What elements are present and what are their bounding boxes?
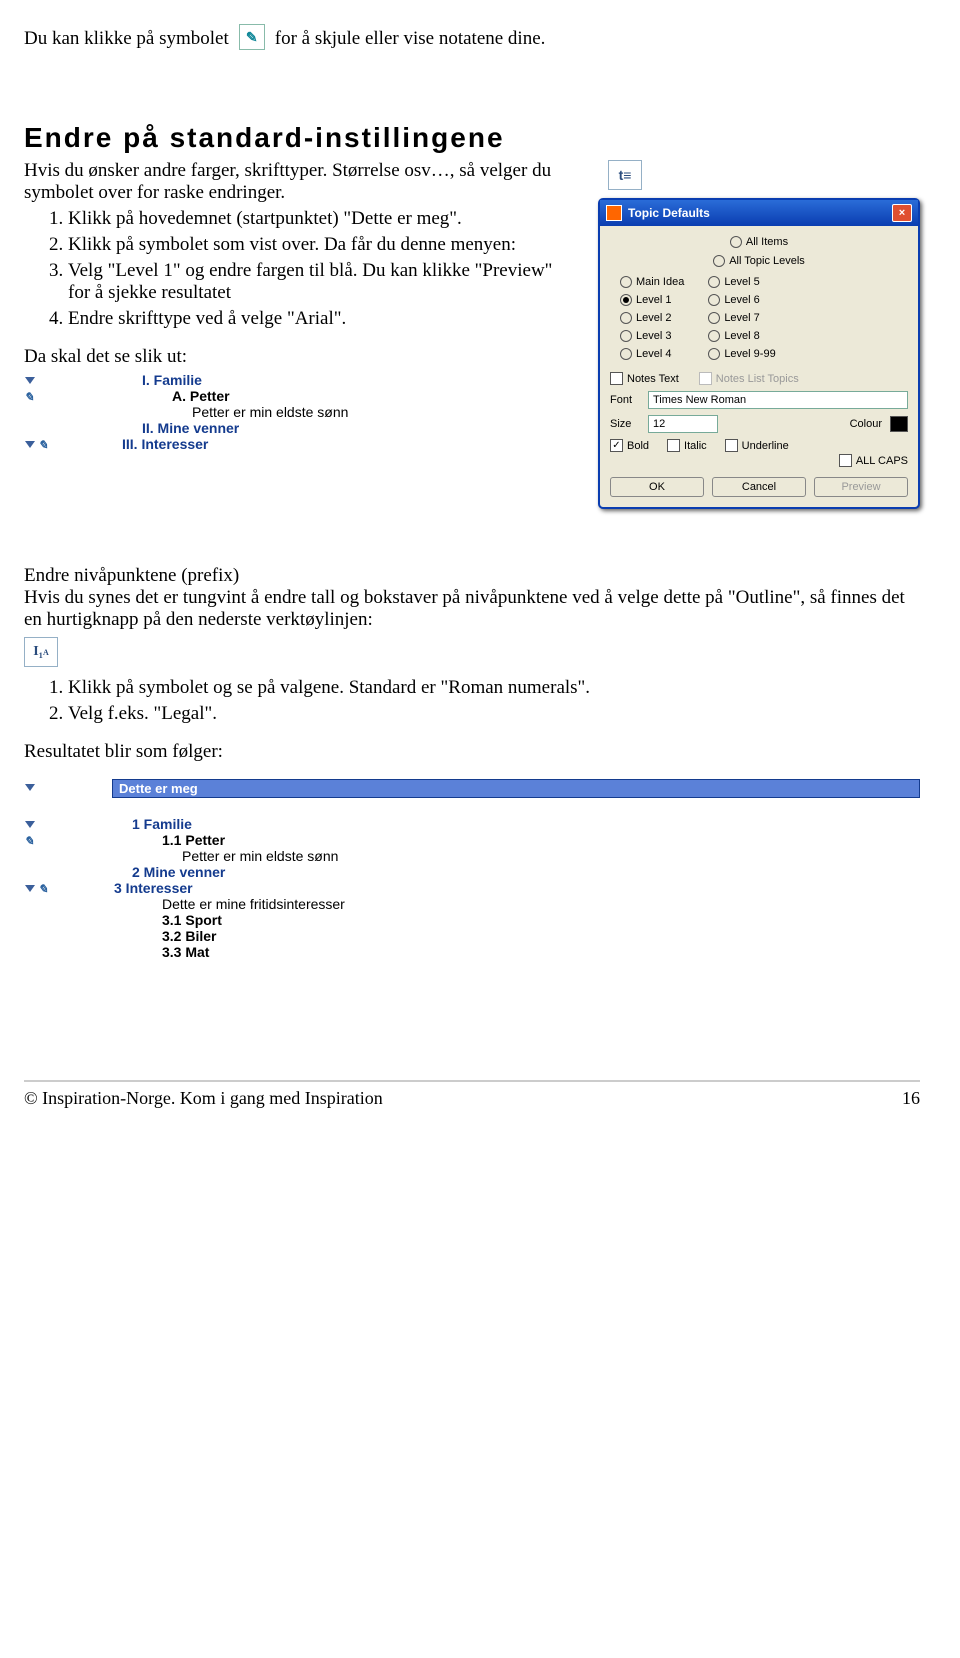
para-standard-intro: Hvis du ønsker andre farger, skrifttyper… — [24, 160, 578, 204]
radio-main-idea[interactable]: Main Idea — [620, 276, 684, 288]
outline-example-2: Dette er meg 1 Familie ✎1.1 Petter Pette… — [24, 779, 920, 960]
step2-1: Klikk på symbolet og se på valgene. Stan… — [68, 675, 920, 701]
font-input[interactable]: Times New Roman — [648, 391, 908, 409]
ex2-item: 3 Interesser — [114, 880, 193, 896]
radio-level-1[interactable]: Level 1 — [620, 294, 684, 306]
ok-button[interactable]: OK — [610, 477, 704, 497]
ex2-item: 3.2 Biler — [162, 928, 216, 944]
ex2-item: 1 Familie — [132, 816, 192, 832]
ex2-item: 3.1 Sport — [162, 912, 222, 928]
font-label: Font — [610, 394, 640, 406]
colour-label: Colour — [850, 418, 882, 430]
radio-all-levels[interactable]: All Topic Levels — [713, 255, 805, 267]
colour-swatch[interactable] — [890, 416, 908, 432]
prefix-toolbar-icon[interactable]: I₁A — [24, 637, 58, 667]
ex2-item: 3.3 Mat — [162, 944, 209, 960]
chk-notes-list-topics: Notes List Topics — [699, 372, 799, 385]
step-2: Klikk på symbolet som vist over. Da får … — [68, 232, 578, 258]
intro-before: Du kan klikke på symbolet — [24, 28, 229, 50]
ex2-item: Petter er min eldste sønn — [182, 848, 338, 864]
size-input[interactable]: 12 — [648, 415, 718, 433]
preview-button: Preview — [814, 477, 908, 497]
radio-level-7[interactable]: Level 7 — [708, 312, 775, 324]
result-label: Da skal det se slik ut: — [24, 346, 578, 368]
para-prefix-body: Hvis du synes det er tungvint å endre ta… — [24, 587, 920, 631]
chk-italic[interactable]: Italic — [667, 439, 707, 452]
footer-text: © Inspiration-Norge. Kom i gang med Insp… — [24, 1088, 383, 1109]
radio-level-5[interactable]: Level 5 — [708, 276, 775, 288]
app-icon — [606, 205, 622, 221]
result-label-2: Resultatet blir som følger: — [24, 741, 920, 763]
step-4: Endre skrifttype ved å velge "Arial". — [68, 306, 578, 332]
page-number: 16 — [902, 1088, 920, 1109]
ex1-item: A. Petter — [172, 388, 230, 404]
radio-level-3[interactable]: Level 3 — [620, 330, 684, 342]
cancel-button[interactable]: Cancel — [712, 477, 806, 497]
chk-underline[interactable]: Underline — [725, 439, 789, 452]
dialog-title: Topic Defaults — [628, 206, 710, 220]
ex2-title: Dette er meg — [112, 779, 920, 798]
ex2-item: 2 Mine venner — [132, 864, 225, 880]
step-3: Velg "Level 1" og endre fargen til blå. … — [68, 258, 578, 306]
outline-example-1: I. Familie ✎A. Petter Petter er min elds… — [24, 372, 578, 452]
radio-level-2[interactable]: Level 2 — [620, 312, 684, 324]
ex1-item: II. Mine venner — [142, 420, 239, 436]
size-label: Size — [610, 418, 640, 430]
ex2-item: 1.1 Petter — [162, 832, 225, 848]
radio-level-9[interactable]: Level 9-99 — [708, 348, 775, 360]
chk-notes-text[interactable]: Notes Text — [610, 372, 679, 385]
ex1-item: Petter er min eldste sønn — [192, 404, 348, 420]
ex2-item: Dette er mine fritidsinteresser — [162, 896, 345, 912]
note-toggle-icon: ✎ — [239, 24, 265, 50]
intro-line: Du kan klikke på symbolet ✎ for å skjule… — [24, 24, 920, 50]
radio-level-4[interactable]: Level 4 — [620, 348, 684, 360]
radio-all-items[interactable]: All Items — [730, 236, 788, 248]
ex1-item: III. Interesser — [122, 436, 208, 452]
intro-after: for å skjule eller vise notatene dine. — [275, 28, 546, 50]
chk-bold[interactable]: Bold — [610, 439, 649, 452]
topic-defaults-dialog: Topic Defaults × All Items All Topic Lev… — [598, 198, 920, 509]
close-icon[interactable]: × — [892, 204, 912, 222]
radio-level-8[interactable]: Level 8 — [708, 330, 775, 342]
topic-defaults-toolbar-icon[interactable]: t≡ — [608, 160, 642, 190]
chk-allcaps[interactable]: ALL CAPS — [839, 454, 908, 467]
para-prefix-title: Endre nivåpunktene (prefix) — [24, 565, 920, 587]
radio-level-6[interactable]: Level 6 — [708, 294, 775, 306]
step-1: Klikk på hovedemnet (startpunktet) "Dett… — [68, 206, 578, 232]
heading-standard-settings: Endre på standard-instillingene — [24, 122, 920, 154]
step2-2: Velg f.eks. "Legal". — [68, 701, 920, 727]
ex1-item: I. Familie — [142, 372, 202, 388]
